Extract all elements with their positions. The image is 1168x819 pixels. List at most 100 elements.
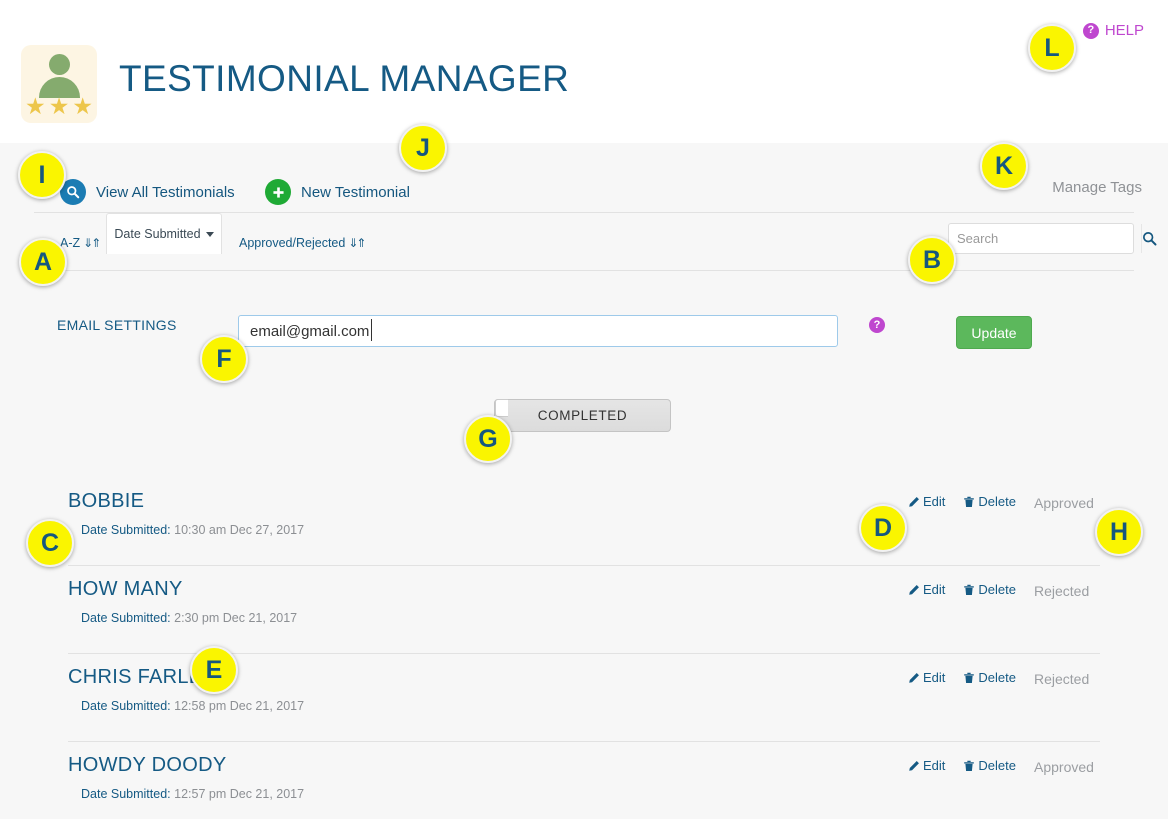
pencil-icon	[909, 672, 919, 683]
delete-button[interactable]: Delete	[963, 670, 1016, 685]
callout-badge-g: G	[464, 415, 512, 463]
row-actions: Edit Delete Rejected	[908, 670, 1100, 687]
callout-badge-l: L	[1028, 24, 1076, 72]
completed-toggle-knob[interactable]	[495, 399, 508, 417]
testimonial-date: Date Submitted: 12:58 pm Dec 21, 2017	[81, 699, 304, 713]
edit-label: Edit	[923, 670, 946, 685]
email-settings-label: EMAIL SETTINGS	[57, 317, 177, 333]
status-badge: Rejected	[1034, 582, 1090, 599]
edit-button[interactable]: Edit	[908, 582, 945, 597]
search-button[interactable]	[1141, 224, 1157, 253]
sort-az-button[interactable]: A-Z ⇓⇑	[60, 236, 101, 250]
testimonial-name[interactable]: HOWDY DOODY	[68, 754, 227, 777]
callout-badge-f: F	[200, 335, 248, 383]
edit-button[interactable]: Edit	[908, 494, 945, 509]
star-icon: ★	[72, 93, 93, 119]
completed-toggle[interactable]: COMPLETED	[494, 399, 671, 432]
help-link[interactable]: ? HELP	[1082, 22, 1144, 39]
search-box	[948, 223, 1157, 254]
testimonial-date: Date Submitted: 12:57 pm Dec 21, 2017	[81, 787, 304, 801]
table-row[interactable]: BOBBIE Date Submitted: 10:30 am Dec 27, …	[68, 478, 1100, 566]
logo-head-shape	[49, 54, 70, 75]
help-label: HELP	[1104, 22, 1144, 39]
date-label: Date Submitted:	[81, 787, 171, 801]
date-label: Date Submitted:	[81, 611, 171, 625]
sort-arrows-icon: ⇓⇑	[83, 236, 101, 250]
edit-button[interactable]: Edit	[908, 670, 945, 685]
logo-stars: ★ ★ ★	[25, 95, 93, 118]
edit-button[interactable]: Edit	[908, 758, 945, 773]
callout-badge-a: A	[19, 238, 67, 286]
callout-badge-d: D	[859, 504, 907, 552]
manage-tags-link[interactable]: Manage Tags	[1052, 179, 1142, 196]
delete-label: Delete	[978, 582, 1016, 597]
delete-button[interactable]: Delete	[963, 582, 1016, 597]
sort-divider	[34, 270, 1134, 271]
pencil-icon	[909, 584, 919, 595]
star-icon: ★	[48, 93, 70, 119]
edit-label: Edit	[923, 494, 946, 509]
delete-label: Delete	[978, 758, 1016, 773]
text-cursor	[371, 319, 372, 341]
chevron-down-icon	[205, 231, 214, 237]
date-value: 12:58 pm Dec 21, 2017	[174, 699, 305, 713]
sort-arrows-icon: ⇓⇑	[348, 236, 366, 250]
status-badge: Approved	[1034, 494, 1094, 511]
plus-circle-icon	[265, 179, 291, 205]
delete-button[interactable]: Delete	[963, 494, 1016, 509]
testimonial-list: BOBBIE Date Submitted: 10:30 am Dec 27, …	[0, 478, 1168, 819]
header: ★ ★ ★ TESTIMONIAL MANAGER ? HELP	[0, 0, 1168, 143]
callout-badge-c: C	[26, 519, 74, 567]
trash-icon	[964, 496, 975, 507]
delete-button[interactable]: Delete	[963, 758, 1016, 773]
completed-toggle-label: COMPLETED	[537, 408, 628, 423]
edit-label: Edit	[923, 582, 946, 597]
delete-label: Delete	[978, 494, 1016, 509]
pencil-icon	[909, 760, 919, 771]
trash-icon	[964, 672, 975, 683]
sort-date-submitted-label: Date Submitted	[114, 227, 201, 241]
testimonial-name[interactable]: BOBBIE	[68, 490, 144, 513]
nav-new-testimonial[interactable]: New Testimonial	[265, 179, 410, 205]
date-label: Date Submitted:	[81, 699, 171, 713]
row-actions: Edit Delete Rejected	[908, 582, 1100, 599]
date-value: 12:57 pm Dec 21, 2017	[174, 787, 305, 801]
trash-icon	[964, 584, 975, 595]
nav-view-all-testimonials[interactable]: View All Testimonials	[60, 179, 235, 205]
row-actions: Edit Delete Approved	[908, 758, 1100, 775]
search-icon	[1143, 232, 1157, 246]
edit-label: Edit	[923, 758, 946, 773]
status-badge: Approved	[1034, 758, 1094, 775]
app-root: ★ ★ ★ TESTIMONIAL MANAGER ? HELP View Al…	[0, 0, 1168, 819]
trash-icon	[964, 760, 975, 771]
star-icon: ★	[25, 93, 46, 119]
sort-date-submitted-tab[interactable]: Date Submitted	[106, 213, 222, 254]
date-value: 10:30 am Dec 27, 2017	[174, 523, 305, 537]
pencil-icon	[909, 496, 919, 507]
callout-badge-e: E	[190, 646, 238, 694]
table-row[interactable]: HOW MANY Date Submitted: 2:30 pm Dec 21,…	[68, 566, 1100, 654]
date-label: Date Submitted:	[81, 523, 171, 537]
testimonial-name[interactable]: HOW MANY	[68, 578, 183, 601]
callout-badge-j: J	[399, 124, 447, 172]
table-row[interactable]: HOWDY DOODY Date Submitted: 12:57 pm Dec…	[68, 742, 1100, 819]
status-badge: Rejected	[1034, 670, 1090, 687]
email-help-icon[interactable]: ?	[869, 317, 885, 333]
row-actions: Edit Delete Approved	[908, 494, 1100, 511]
email-settings-row: EMAIL SETTINGS ? Update	[0, 300, 1168, 360]
testimonial-date: Date Submitted: 10:30 am Dec 27, 2017	[81, 523, 304, 537]
testimonial-date: Date Submitted: 2:30 pm Dec 21, 2017	[81, 611, 297, 625]
search-input[interactable]	[949, 231, 1141, 246]
email-field[interactable]	[238, 315, 838, 347]
nav-label: View All Testimonials	[96, 183, 235, 201]
callout-badge-k: K	[980, 142, 1028, 190]
delete-label: Delete	[978, 670, 1016, 685]
sort-approved-rejected-button[interactable]: Approved/Rejected ⇓⇑	[239, 236, 366, 250]
question-circle-icon: ?	[1082, 22, 1099, 39]
date-value: 2:30 pm Dec 21, 2017	[174, 611, 298, 625]
sort-approved-rejected-label: Approved/Rejected	[239, 236, 346, 250]
page-title: TESTIMONIAL MANAGER	[119, 58, 570, 99]
callout-badge-i: I	[18, 151, 66, 199]
person-stars-icon: ★ ★ ★	[21, 45, 97, 123]
update-button[interactable]: Update	[956, 316, 1032, 349]
